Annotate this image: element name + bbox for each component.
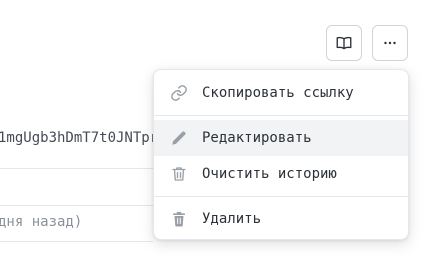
row-divider: [0, 168, 153, 169]
more-options-menu: Скопировать ссылку Редактировать Очистит…: [153, 69, 409, 240]
pencil-icon: [170, 129, 188, 147]
ellipsis-icon: [381, 34, 399, 52]
docs-button[interactable]: [326, 25, 362, 61]
trash-icon: [170, 165, 188, 183]
menu-item-clear-history[interactable]: Очистить историю: [154, 156, 408, 192]
book-open-icon: [335, 34, 353, 52]
more-options-button[interactable]: [372, 25, 408, 61]
menu-separator: [154, 115, 408, 116]
menu-item-copy-link[interactable]: Скопировать ссылку: [154, 75, 408, 111]
menu-item-label: Редактировать: [202, 130, 312, 146]
background-meta-text: дня назад): [0, 214, 83, 230]
row-divider: [0, 205, 153, 206]
menu-item-delete[interactable]: Удалить: [154, 201, 408, 237]
background-code-text: 1mgUgb3hDmT7t0JNTpr: [0, 130, 159, 146]
menu-item-label: Удалить: [202, 211, 262, 227]
link-icon: [170, 84, 188, 102]
trash-filled-icon: [170, 210, 188, 228]
row-divider: [0, 241, 153, 242]
menu-item-label: Очистить историю: [202, 166, 337, 182]
menu-item-label: Скопировать ссылку: [202, 85, 354, 101]
menu-separator: [154, 196, 408, 197]
menu-item-edit[interactable]: Редактировать: [154, 120, 408, 156]
